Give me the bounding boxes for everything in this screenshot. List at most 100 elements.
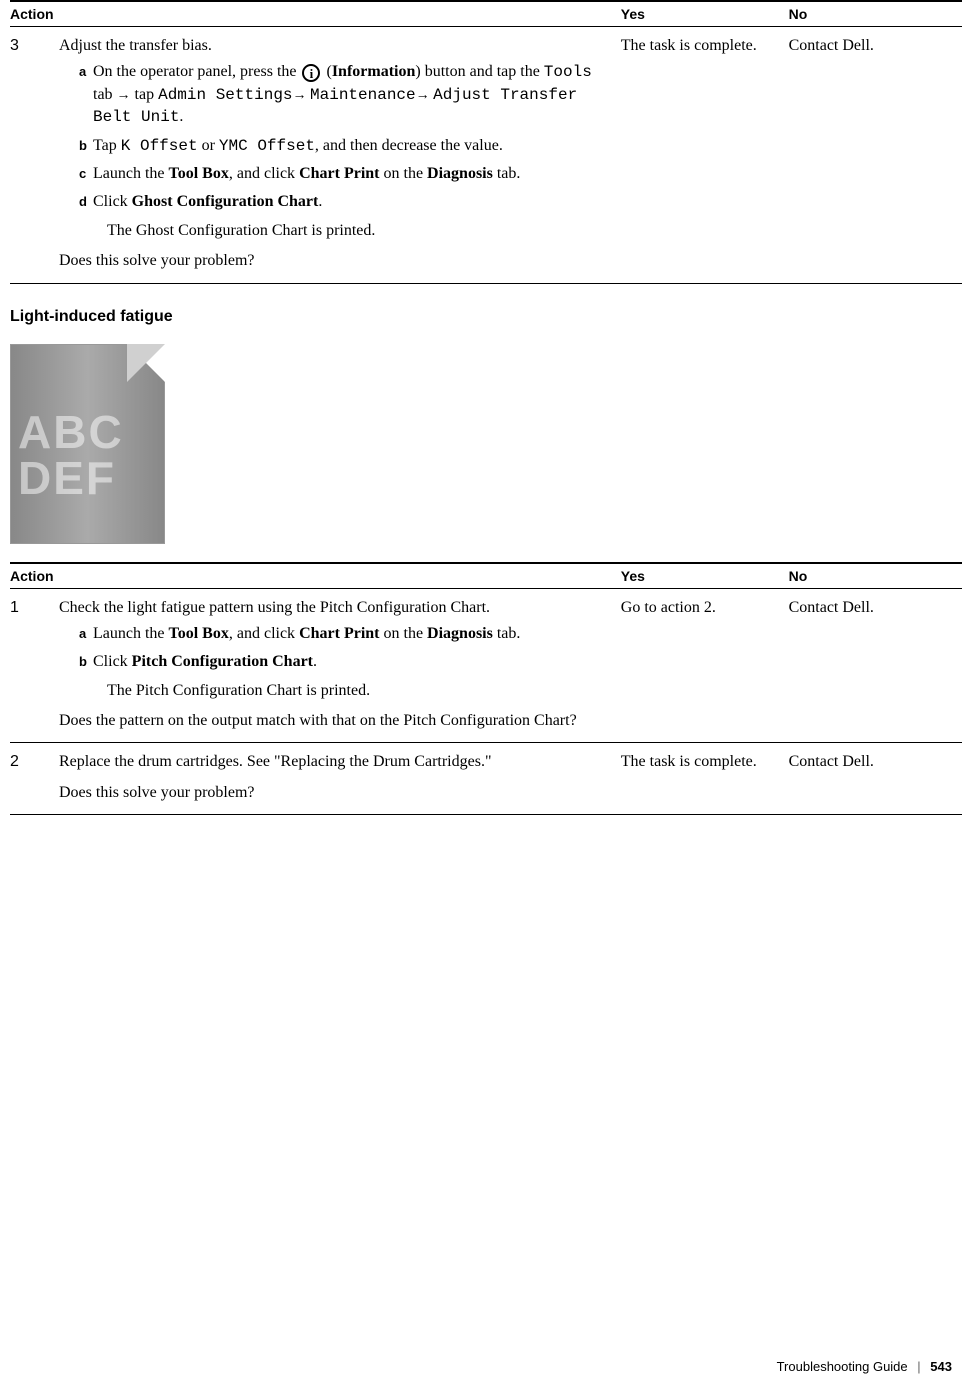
text: tab. <box>493 165 521 182</box>
text: Tap <box>93 137 121 154</box>
text-line: ABC <box>18 409 124 455</box>
text: Click <box>93 653 132 670</box>
yes-cell: Go to action 2. <box>617 588 785 743</box>
action-main: Adjust the transfer bias. <box>59 35 609 57</box>
troubleshooting-table-1: Action Yes No 3 Adjust the transfer bias… <box>10 0 962 284</box>
text: Launch the <box>93 165 169 182</box>
fatigue-illustration: ABC DEF <box>10 344 165 544</box>
sub-steps: a On the operator panel, press the i (In… <box>79 61 609 242</box>
table-header-row: Action Yes No <box>10 1 962 27</box>
section-heading: Light-induced fatigue <box>10 308 962 326</box>
header-yes: Yes <box>617 563 785 589</box>
bold-text: Chart Print <box>299 165 379 182</box>
step-number: 3 <box>10 35 55 57</box>
sub-step-c: c Launch the Tool Box, and click Chart P… <box>79 163 609 185</box>
text: Click <box>93 193 132 210</box>
illustration-text: ABC DEF <box>18 409 124 501</box>
paper-fold-icon <box>127 344 165 382</box>
footer-title: Troubleshooting Guide <box>777 1359 908 1374</box>
information-icon: i <box>302 64 320 82</box>
step-content: Adjust the transfer bias. a On the opera… <box>59 35 609 273</box>
yes-cell: The task is complete. <box>617 27 785 284</box>
text-line: DEF <box>18 455 124 501</box>
mono-text: Tools <box>544 63 592 81</box>
sub-step-d: d Click Ghost Configuration Chart. The G… <box>79 191 609 242</box>
text: on the <box>380 165 428 182</box>
page-number: 543 <box>930 1359 952 1374</box>
mono-text: K Offset <box>121 137 198 155</box>
mono-text: Admin Settings <box>158 86 292 104</box>
sub-letter: b <box>79 651 93 702</box>
action-cell: 3 Adjust the transfer bias. a On the ope… <box>10 27 617 284</box>
text: tab. <box>493 625 521 642</box>
sub-letter: c <box>79 163 93 185</box>
mono-text: YMC Offset <box>219 137 315 155</box>
text: or <box>198 137 219 154</box>
step-content: Check the light fatigue pattern using th… <box>59 597 609 733</box>
sub-content: Launch the Tool Box, and click Chart Pri… <box>93 163 609 185</box>
table-header-row: Action Yes No <box>10 563 962 589</box>
action-cell: 1 Check the light fatigue pattern using … <box>10 588 617 743</box>
arrow-icon: → <box>117 88 131 103</box>
arrow-icon: → <box>416 88 434 103</box>
sub-letter: a <box>79 623 93 645</box>
closing-question: Does this solve your problem? <box>59 782 609 804</box>
no-cell: Contact Dell. <box>785 588 962 743</box>
no-cell: Contact Dell. <box>785 27 962 284</box>
result-text: The Ghost Configuration Chart is printed… <box>107 220 609 242</box>
header-action: Action <box>10 563 617 589</box>
sub-content: Launch the Tool Box, and click Chart Pri… <box>93 623 609 645</box>
sub-step-b: b Click Pitch Configuration Chart. The P… <box>79 651 609 702</box>
bold-text: Chart Print <box>299 625 379 642</box>
sub-letter: b <box>79 135 93 157</box>
sub-step-b: b Tap K Offset or YMC Offset, and then d… <box>79 135 609 157</box>
sub-step-a: a On the operator panel, press the i (In… <box>79 61 609 128</box>
table-row: 2 Replace the drum cartridges. See "Repl… <box>10 743 962 815</box>
yes-cell: The task is complete. <box>617 743 785 815</box>
header-no: No <box>785 1 962 27</box>
arrow-icon: → <box>293 88 311 103</box>
table-row: 1 Check the light fatigue pattern using … <box>10 588 962 743</box>
text: , and click <box>229 165 299 182</box>
sub-step-a: a Launch the Tool Box, and click Chart P… <box>79 623 609 645</box>
sub-letter: d <box>79 191 93 242</box>
footer-separator: | <box>917 1359 920 1374</box>
sub-content: On the operator panel, press the i (Info… <box>93 61 609 128</box>
table-row: 3 Adjust the transfer bias. a On the ope… <box>10 27 962 284</box>
action-main: Replace the drum cartridges. See "Replac… <box>59 751 609 773</box>
text: , and then decrease the value. <box>315 137 503 154</box>
step-content: Replace the drum cartridges. See "Replac… <box>59 751 609 804</box>
text: on the <box>380 625 428 642</box>
mono-text: Maintenance <box>310 86 416 104</box>
header-no: No <box>785 563 962 589</box>
text: , and click <box>229 625 299 642</box>
bold-text: Ghost Configuration Chart <box>132 193 319 210</box>
text: ) button and tap the <box>415 63 543 80</box>
action-cell: 2 Replace the drum cartridges. See "Repl… <box>10 743 617 815</box>
bold-text: Tool Box <box>169 165 229 182</box>
closing-question: Does the pattern on the output match wit… <box>59 710 609 732</box>
troubleshooting-table-2: Action Yes No 1 Check the light fatigue … <box>10 562 962 816</box>
sub-content: Click Ghost Configuration Chart. The Gho… <box>93 191 609 242</box>
header-yes: Yes <box>617 1 785 27</box>
text: tab <box>93 86 117 103</box>
bold-text: Diagnosis <box>427 165 493 182</box>
bold-text: Tool Box <box>169 625 229 642</box>
closing-question: Does this solve your problem? <box>59 250 609 272</box>
result-text: The Pitch Configuration Chart is printed… <box>107 680 609 702</box>
page-footer: Troubleshooting Guide | 543 <box>777 1359 952 1374</box>
text: tap <box>131 86 159 103</box>
header-action: Action <box>10 1 617 27</box>
text: On the operator panel, press the <box>93 63 300 80</box>
bold-text: Diagnosis <box>427 625 493 642</box>
step-number: 1 <box>10 597 55 619</box>
bold-text: Information <box>332 63 416 80</box>
step-number: 2 <box>10 751 55 773</box>
action-main: Check the light fatigue pattern using th… <box>59 597 609 619</box>
no-cell: Contact Dell. <box>785 743 962 815</box>
sub-letter: a <box>79 61 93 128</box>
bold-text: Pitch Configuration Chart <box>132 653 313 670</box>
sub-steps: a Launch the Tool Box, and click Chart P… <box>79 623 609 702</box>
sub-content: Tap K Offset or YMC Offset, and then dec… <box>93 135 609 157</box>
sub-content: Click Pitch Configuration Chart. The Pit… <box>93 651 609 702</box>
